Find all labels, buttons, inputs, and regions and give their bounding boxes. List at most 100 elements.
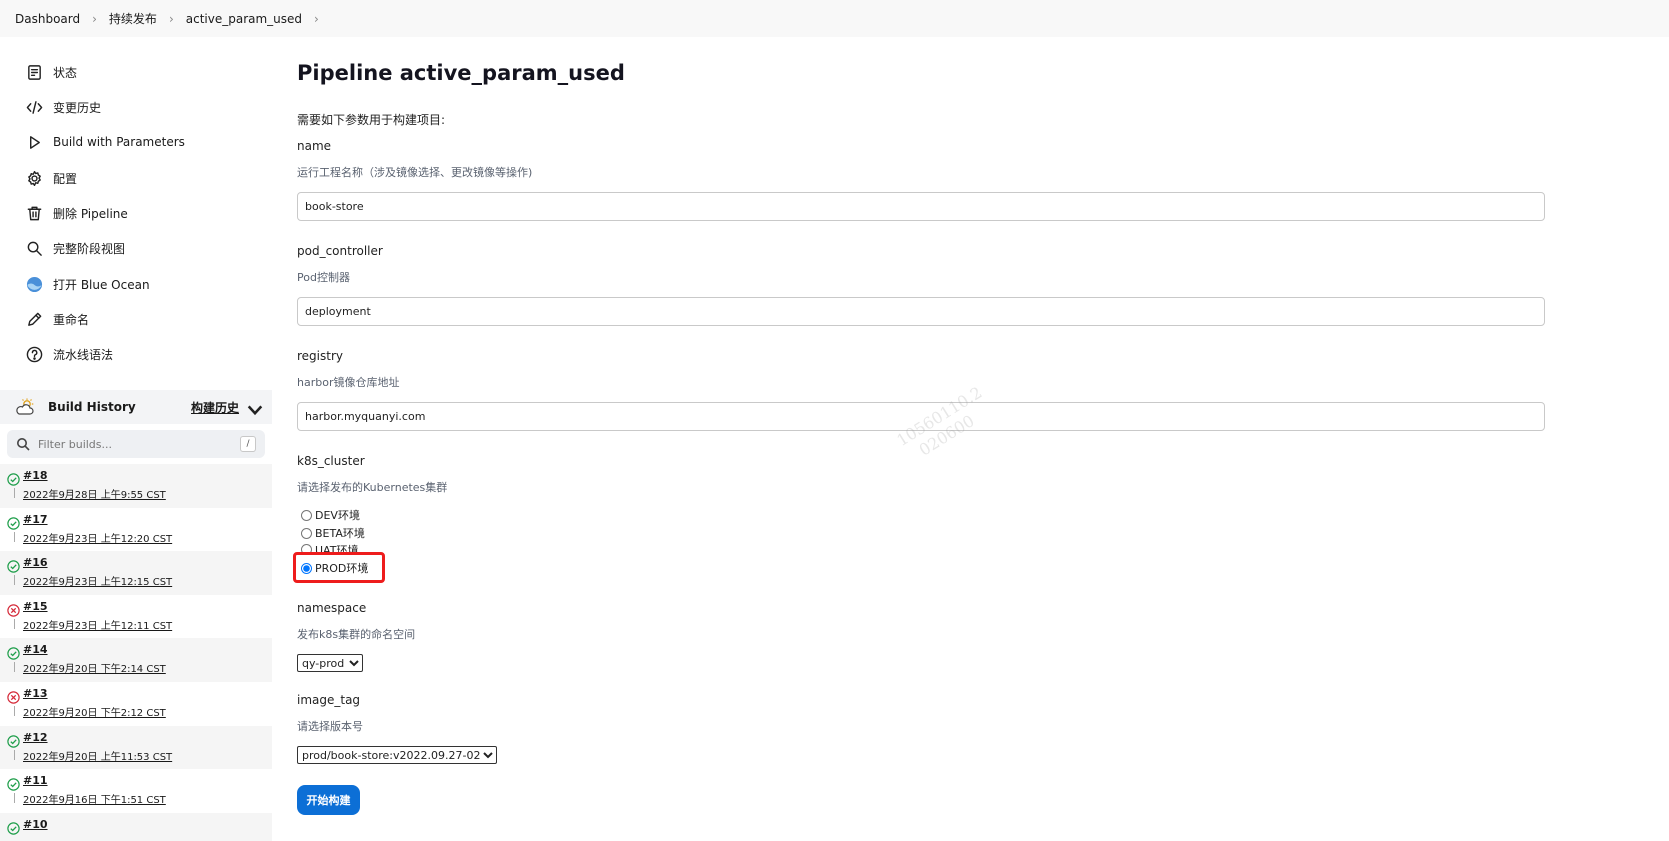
radio-dev-input[interactable] [301, 509, 312, 521]
filter-builds-input[interactable] [38, 437, 228, 451]
build-number-link[interactable]: #10 [23, 818, 48, 831]
radio-prod[interactable]: PROD环境 [301, 560, 368, 576]
sidebar-item-label: 打开 Blue Ocean [53, 277, 150, 292]
build-number-link[interactable]: #15 [23, 600, 48, 613]
success-check-icon [7, 647, 20, 661]
param-namespace-label: namespace [297, 601, 367, 615]
param-image-tag-description: 请选择版本号 [297, 720, 363, 733]
sidebar-item-pipeline-syntax[interactable]: 流水线语法 [25, 341, 113, 367]
radio-prod-label: PROD环境 [315, 562, 369, 575]
param-name-description: 运行工程名称（涉及镜像选择、更改镜像等操作) [297, 166, 533, 179]
gear-icon [25, 169, 43, 187]
build-date-link[interactable]: 2022年9月16日 下午1:51 CST [23, 791, 166, 806]
radio-beta[interactable]: BETA环境 [301, 525, 365, 541]
build-number-link[interactable]: #17 [23, 513, 48, 526]
pencil-icon [25, 310, 43, 328]
sidebar-item-blue-ocean[interactable]: 打开 Blue Ocean [25, 271, 150, 297]
build-number-link[interactable]: #16 [23, 556, 48, 569]
timeline-bar [14, 749, 15, 760]
chevron-right-icon: › [92, 11, 97, 26]
build-date-link[interactable]: 2022年9月28日 上午9:55 CST [23, 486, 166, 501]
param-name-input[interactable] [297, 192, 1545, 221]
status-document-icon [25, 63, 43, 81]
param-name-label: name [297, 139, 332, 153]
search-icon [25, 239, 43, 257]
param-k8s-cluster-label: k8s_cluster [297, 454, 365, 468]
timeline-bar [14, 488, 15, 498]
sidebar-item-label: 完整阶段视图 [53, 241, 126, 256]
sidebar-item-label: 状态 [53, 65, 78, 80]
sidebar-item-changes[interactable]: 变更历史 [25, 94, 101, 120]
breadcrumb-dashboard[interactable]: Dashboard [15, 12, 80, 26]
build-date-link[interactable]: 2022年9月23日 上午12:20 CST [23, 530, 172, 545]
build-list: #18 2022年9月28日 上午9:55 CST #17 2022年9月23日 上午… [0, 464, 272, 841]
breadcrumb-job[interactable]: active_param_used [186, 12, 302, 26]
param-pod-controller-description: Pod控制器 [297, 271, 350, 284]
build-number-link[interactable]: #18 [23, 469, 48, 482]
timeline-bar [14, 531, 15, 542]
param-registry-description: harbor镜像仓库地址 [297, 376, 400, 389]
build-date-link[interactable]: 2022年9月20日 下午2:14 CST [23, 660, 166, 675]
param-namespace-select[interactable]: qy-prod [297, 654, 363, 672]
timeline-bar [14, 575, 15, 586]
build-date-link[interactable]: 2022年9月23日 上午12:11 CST [23, 617, 172, 632]
build-number-link[interactable]: #12 [23, 731, 48, 744]
sidebar-item-delete-pipeline[interactable]: 删除 Pipeline [25, 200, 128, 226]
page-title: Pipeline active_param_used [297, 61, 625, 85]
radio-uat-input[interactable] [301, 544, 312, 552]
sidebar-item-configure[interactable]: 配置 [25, 165, 77, 191]
build-number-link[interactable]: #11 [23, 774, 48, 787]
param-namespace-description: 发布k8s集群的命名空间 [297, 628, 416, 641]
param-image-tag-select[interactable]: prod/book-store:v2022.09.27-02 [297, 746, 497, 764]
sidebar-item-label: 变更历史 [53, 100, 102, 115]
sidebar-item-label: 删除 Pipeline [53, 206, 128, 221]
build-history-trend-link[interactable]: 构建历史 [191, 399, 239, 416]
sidebar-item-rename[interactable]: 重命名 [25, 306, 89, 332]
sidebar-item-label: Build with Parameters [53, 135, 185, 149]
param-pod-controller-label: pod_controller [297, 244, 383, 258]
build-row[interactable]: #11 2022年9月16日 下午1:51 CST [0, 769, 272, 813]
build-date-link[interactable]: 2022年9月20日 上午11:53 CST [23, 748, 172, 763]
param-pod-controller-input[interactable] [297, 297, 1545, 326]
build-number-link[interactable]: #14 [23, 643, 48, 656]
radio-uat[interactable]: UAT环境 [301, 542, 358, 552]
build-row[interactable]: #15 2022年9月23日 上午12:11 CST [0, 595, 272, 639]
build-date-link[interactable]: 2022年9月20日 下午2:12 CST [23, 704, 166, 719]
help-circle-icon [25, 345, 43, 363]
search-icon [17, 438, 30, 451]
success-check-icon [7, 473, 20, 486]
build-row[interactable]: #14 2022年9月20日 下午2:14 CST [0, 638, 272, 682]
sidebar-item-status[interactable]: 状态 [25, 59, 77, 85]
breadcrumb: Dashboard › 持续发布 › active_param_used › [0, 0, 1669, 37]
success-check-icon [7, 822, 20, 835]
radio-beta-input[interactable] [301, 527, 312, 539]
build-number-link[interactable]: #13 [23, 687, 48, 700]
build-date-link[interactable]: 2022年9月23日 上午12:15 CST [23, 573, 172, 588]
weather-cloudy-icon [16, 398, 34, 415]
radio-dev[interactable]: DEV环境 [301, 507, 360, 523]
sidebar-item-label: 配置 [53, 171, 78, 186]
param-registry-label: registry [297, 349, 343, 363]
build-row[interactable]: #13 2022年9月20日 下午2:12 CST [0, 682, 272, 726]
build-row[interactable]: #17 2022年9月23日 上午12:20 CST [0, 508, 272, 552]
sidebar-item-full-stage-view[interactable]: 完整阶段视图 [25, 235, 125, 261]
start-build-button[interactable]: 开始构建 [297, 785, 360, 815]
sidebar-item-label: 重命名 [53, 312, 90, 327]
sidebar-item-label: 流水线语法 [53, 347, 114, 362]
chevron-right-icon[interactable]: › [314, 12, 319, 26]
timeline-bar [14, 618, 15, 629]
build-row[interactable]: #12 2022年9月20日 上午11:53 CST [0, 725, 272, 770]
build-row[interactable]: #16 2022年9月23日 上午12:15 CST [0, 551, 272, 595]
build-row[interactable]: #18 2022年9月28日 上午9:55 CST [0, 464, 272, 508]
chevron-right-icon: › [168, 11, 174, 26]
radio-uat-label: UAT环境 [315, 544, 359, 552]
filter-shortcut-hint: / [240, 436, 256, 452]
chevron-down-icon[interactable] [245, 401, 265, 419]
radio-prod-input[interactable] [301, 562, 312, 574]
param-image-tag-label: image_tag [297, 693, 361, 707]
success-check-icon [7, 560, 20, 573]
build-row[interactable]: #10 [0, 812, 272, 841]
sidebar-item-build-with-parameters[interactable]: Build with Parameters [25, 129, 185, 155]
success-check-icon [7, 778, 20, 791]
breadcrumb-folder[interactable]: 持续发布 [109, 10, 157, 27]
